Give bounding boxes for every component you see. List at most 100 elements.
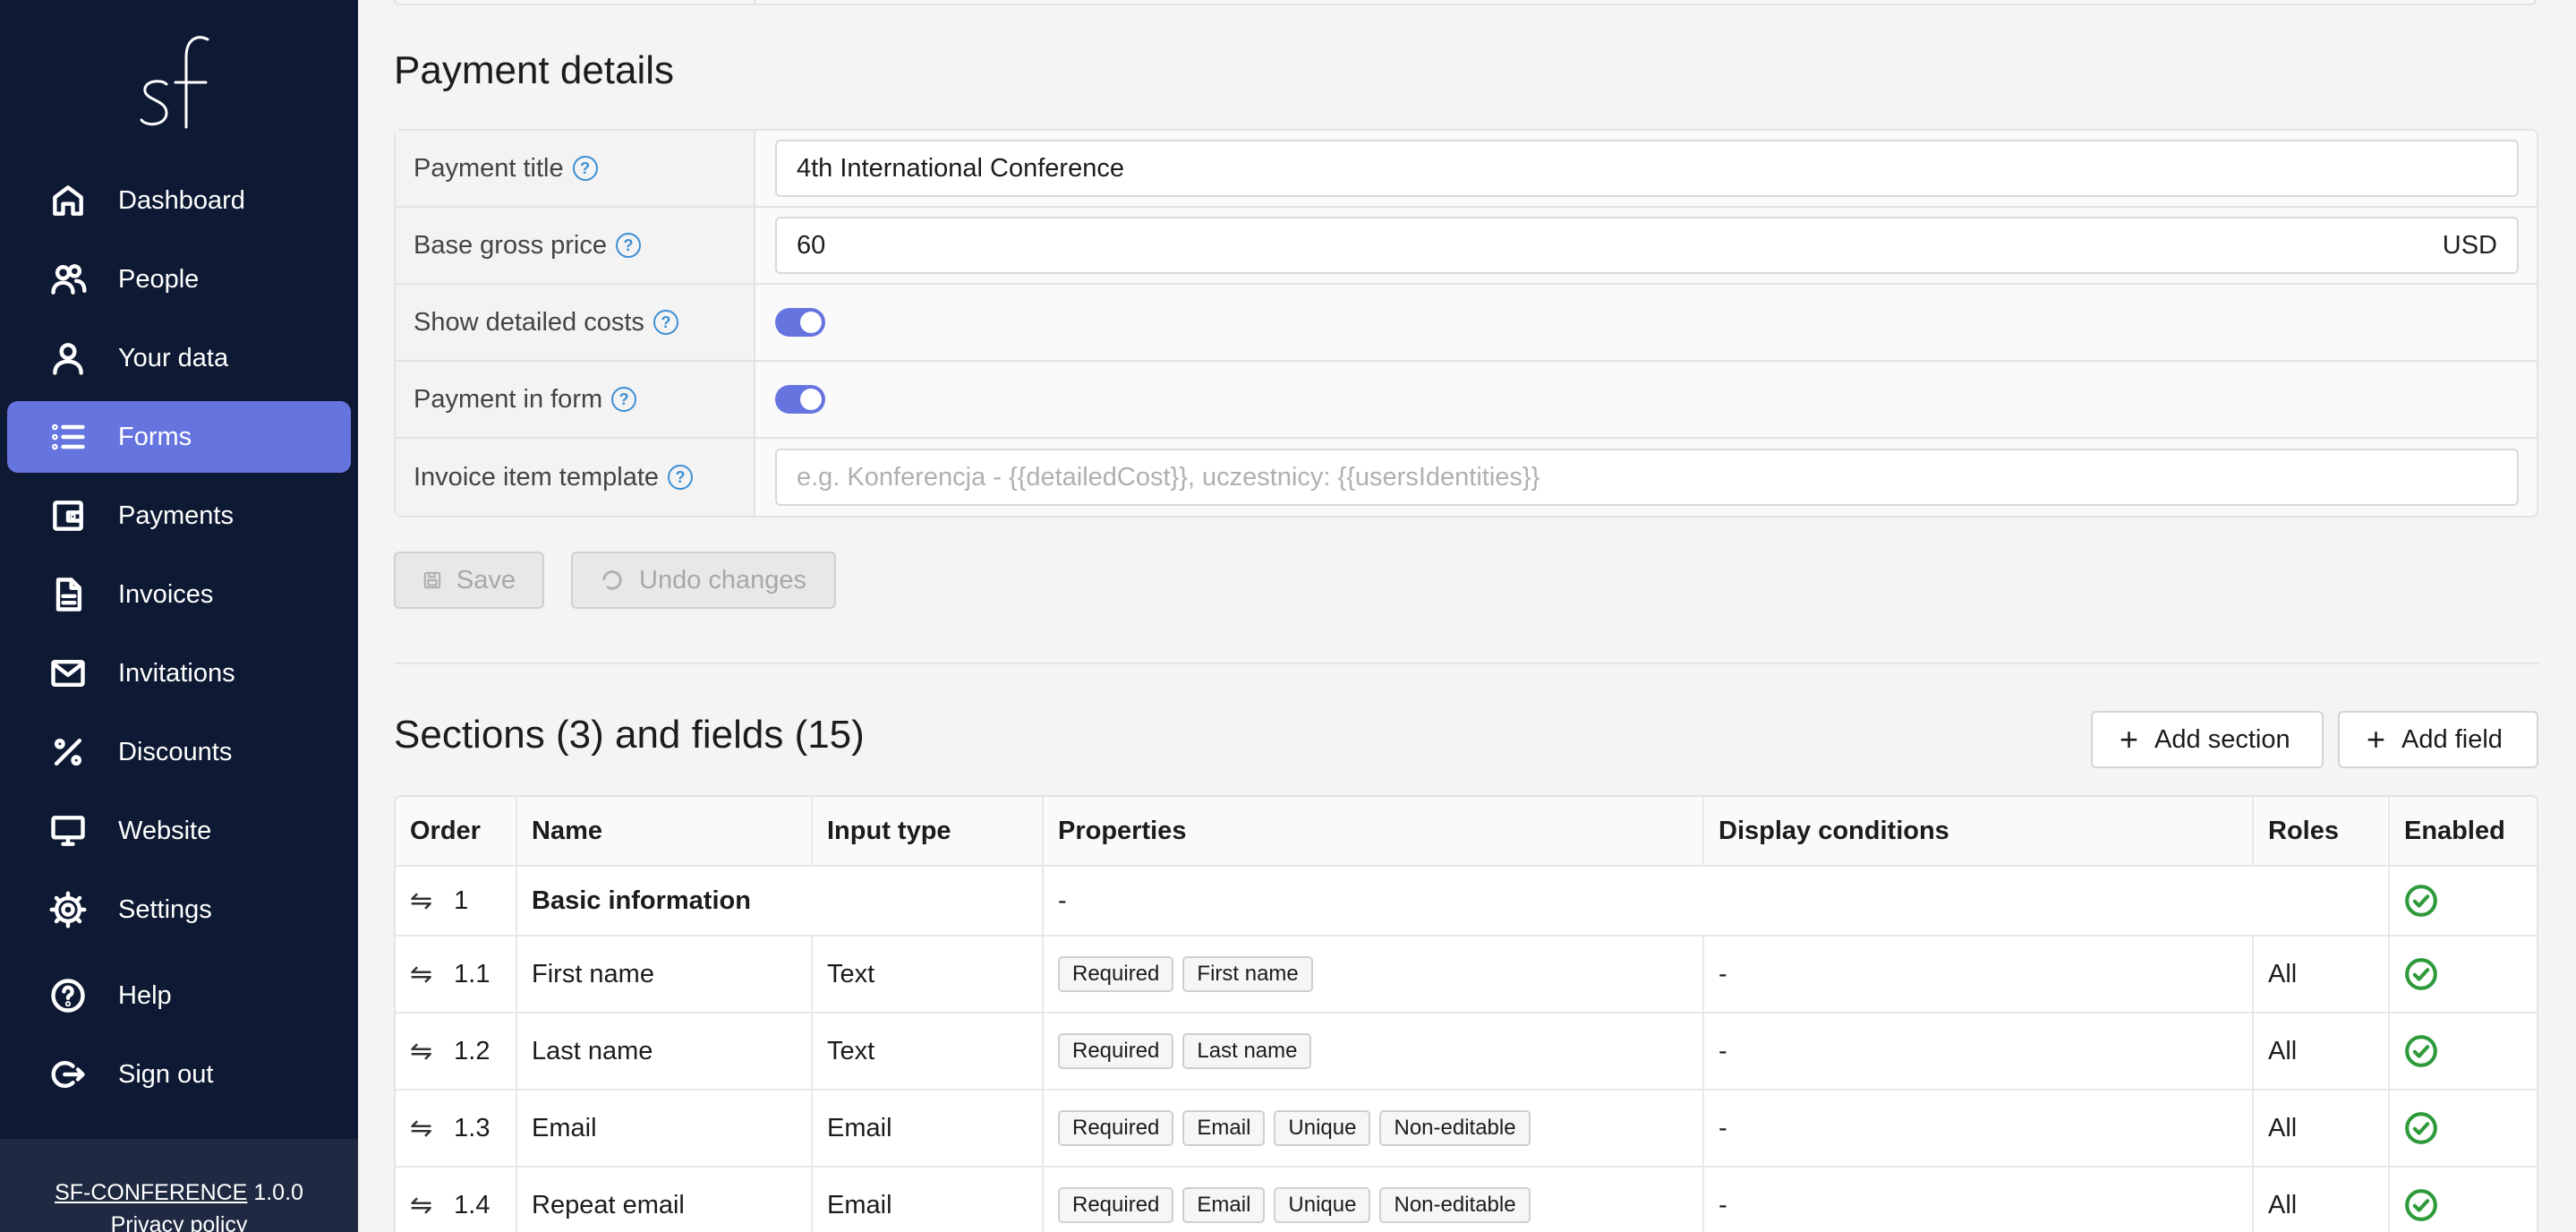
add-section-button[interactable]: + Add section [2091, 711, 2324, 768]
undo-changes-button[interactable]: Undo changes [571, 552, 836, 609]
invoice-template-input[interactable]: e.g. Konferencja - {{detailedCost}}, ucz… [775, 449, 2519, 506]
main-content: Payment details Payment title ? 4th Inte… [358, 0, 2576, 1232]
privacy-policy-link[interactable]: Privacy policy [0, 1209, 358, 1232]
help-circle-icon [48, 976, 88, 1015]
sidebar-item-your-data[interactable]: Your data [7, 322, 351, 394]
drag-handle-icon[interactable]: ⇋ [410, 1190, 432, 1221]
show-costs-label-text: Show detailed costs [414, 307, 644, 337]
field-properties: Required First name [1044, 937, 1704, 1012]
document-icon [48, 575, 88, 614]
sidebar-item-discounts[interactable]: Discounts [7, 716, 351, 788]
payment-details-title: Payment details [394, 48, 675, 92]
column-header-input-type[interactable]: Input type [813, 797, 1044, 865]
field-input-type: Text [813, 937, 1044, 1012]
column-header-roles[interactable]: Roles [2254, 797, 2390, 865]
payment-in-form-row: Payment in form ? [396, 362, 2537, 439]
previous-section-edge [394, 0, 2537, 5]
field-name[interactable]: First name [517, 937, 813, 1012]
field-display-conditions: - [1704, 937, 2254, 1012]
enabled-check-icon[interactable] [2390, 1014, 2537, 1089]
field-roles: All [2254, 1014, 2390, 1089]
drag-handle-icon[interactable]: ⇋ [410, 959, 432, 990]
sidebar-item-forms[interactable]: Forms [7, 401, 351, 473]
show-costs-toggle[interactable] [775, 308, 825, 337]
save-icon [423, 571, 441, 589]
enabled-check-icon[interactable] [2390, 867, 2537, 935]
column-header-order[interactable]: Order [396, 797, 517, 865]
property-tag: Unique [1274, 1187, 1371, 1223]
table-row[interactable]: ⇋ 1.4 Repeat email Email Required Email Unique… [396, 1168, 2537, 1232]
help-icon[interactable]: ? [572, 156, 598, 181]
sidebar-item-label: Sign out [118, 1059, 214, 1089]
sidebar-item-website[interactable]: Website [7, 795, 351, 867]
column-header-properties[interactable]: Properties [1044, 797, 1704, 865]
field-input-type: Text [813, 1014, 1044, 1089]
sidebar-item-invitations[interactable]: Invitations [7, 637, 351, 709]
sidebar-item-invoices[interactable]: Invoices [7, 559, 351, 630]
section-row[interactable]: ⇋ 1 Basic information - [396, 867, 2537, 937]
drag-handle-icon[interactable]: ⇋ [410, 1036, 432, 1067]
list-icon [48, 417, 88, 457]
sf-logo[interactable] [134, 27, 224, 134]
app-name-link[interactable]: SF-CONFERENCE [55, 1180, 247, 1205]
show-costs-label: Show detailed costs ? [396, 285, 755, 360]
field-name[interactable]: Last name [517, 1014, 813, 1089]
sections-title: Sections (3) and fields (15) [394, 713, 865, 757]
property-tag: Unique [1274, 1110, 1371, 1146]
drag-handle-icon[interactable]: ⇋ [410, 886, 432, 917]
payment-title-input[interactable]: 4th International Conference [775, 140, 2519, 197]
help-icon[interactable]: ? [611, 387, 637, 412]
column-header-name[interactable]: Name [517, 797, 813, 865]
currency-suffix: USD [2442, 230, 2497, 260]
enabled-check-icon[interactable] [2390, 937, 2537, 1012]
drag-handle-icon[interactable]: ⇋ [410, 1113, 432, 1144]
enabled-check-icon[interactable] [2390, 1091, 2537, 1166]
field-display-conditions: - [1704, 1168, 2254, 1232]
property-tag: Required [1058, 956, 1174, 992]
help-icon[interactable]: ? [616, 233, 641, 258]
sidebar-item-dashboard[interactable]: Dashboard [7, 165, 351, 236]
property-tag: Email [1182, 1110, 1266, 1146]
table-row[interactable]: ⇋ 1.3 Email Email Required Email Unique Non-edi… [396, 1091, 2537, 1168]
payment-title-row: Payment title ? 4th International Confer… [396, 131, 2537, 208]
field-name[interactable]: Repeat email [517, 1168, 813, 1232]
sidebar-item-help[interactable]: Help [7, 960, 351, 1031]
wallet-icon [48, 496, 88, 535]
field-input-type: Email [813, 1091, 1044, 1166]
column-header-enabled[interactable]: Enabled [2390, 797, 2537, 865]
sidebar-item-label: Your data [118, 343, 229, 372]
monitor-icon [48, 811, 88, 851]
sidebar-item-settings[interactable]: Settings [7, 874, 351, 945]
payment-in-form-toggle[interactable] [775, 385, 825, 414]
field-roles: All [2254, 937, 2390, 1012]
save-button[interactable]: Save [394, 552, 544, 609]
sidebar-item-label: Discounts [118, 737, 233, 766]
sidebar-item-people[interactable]: People [7, 244, 351, 315]
section-name[interactable]: Basic information [517, 867, 1044, 935]
enabled-check-icon[interactable] [2390, 1168, 2537, 1232]
field-roles: All [2254, 1168, 2390, 1232]
table-row[interactable]: ⇋ 1.2 Last name Text Required Last name - All [396, 1014, 2537, 1091]
sidebar-item-label: Invitations [118, 658, 235, 688]
property-tag: First name [1182, 956, 1313, 992]
invoice-template-label-text: Invoice item template [414, 462, 660, 492]
field-display-conditions: - [1704, 1014, 2254, 1089]
property-tag: Required [1058, 1187, 1174, 1223]
sidebar-item-payments[interactable]: Payments [7, 480, 351, 552]
add-field-button[interactable]: + Add field [2338, 711, 2538, 768]
help-icon[interactable]: ? [668, 465, 694, 490]
gear-icon [48, 890, 88, 929]
field-properties: Required Email Unique Non-editable [1044, 1091, 1704, 1166]
field-name[interactable]: Email [517, 1091, 813, 1166]
base-price-input[interactable]: 60 USD [775, 217, 2519, 274]
property-tag: Email [1182, 1187, 1266, 1223]
property-tag: Required [1058, 1033, 1174, 1069]
save-label: Save [456, 565, 516, 595]
table-row[interactable]: ⇋ 1.1 First name Text Required First name - All [396, 937, 2537, 1014]
column-header-display-conditions[interactable]: Display conditions [1704, 797, 2254, 865]
plus-icon: + [2120, 721, 2139, 757]
sidebar-item-sign-out[interactable]: Sign out [7, 1039, 351, 1110]
sidebar-item-label: Forms [118, 422, 192, 451]
help-icon[interactable]: ? [653, 310, 678, 335]
property-tag: Non-editable [1379, 1110, 1531, 1146]
